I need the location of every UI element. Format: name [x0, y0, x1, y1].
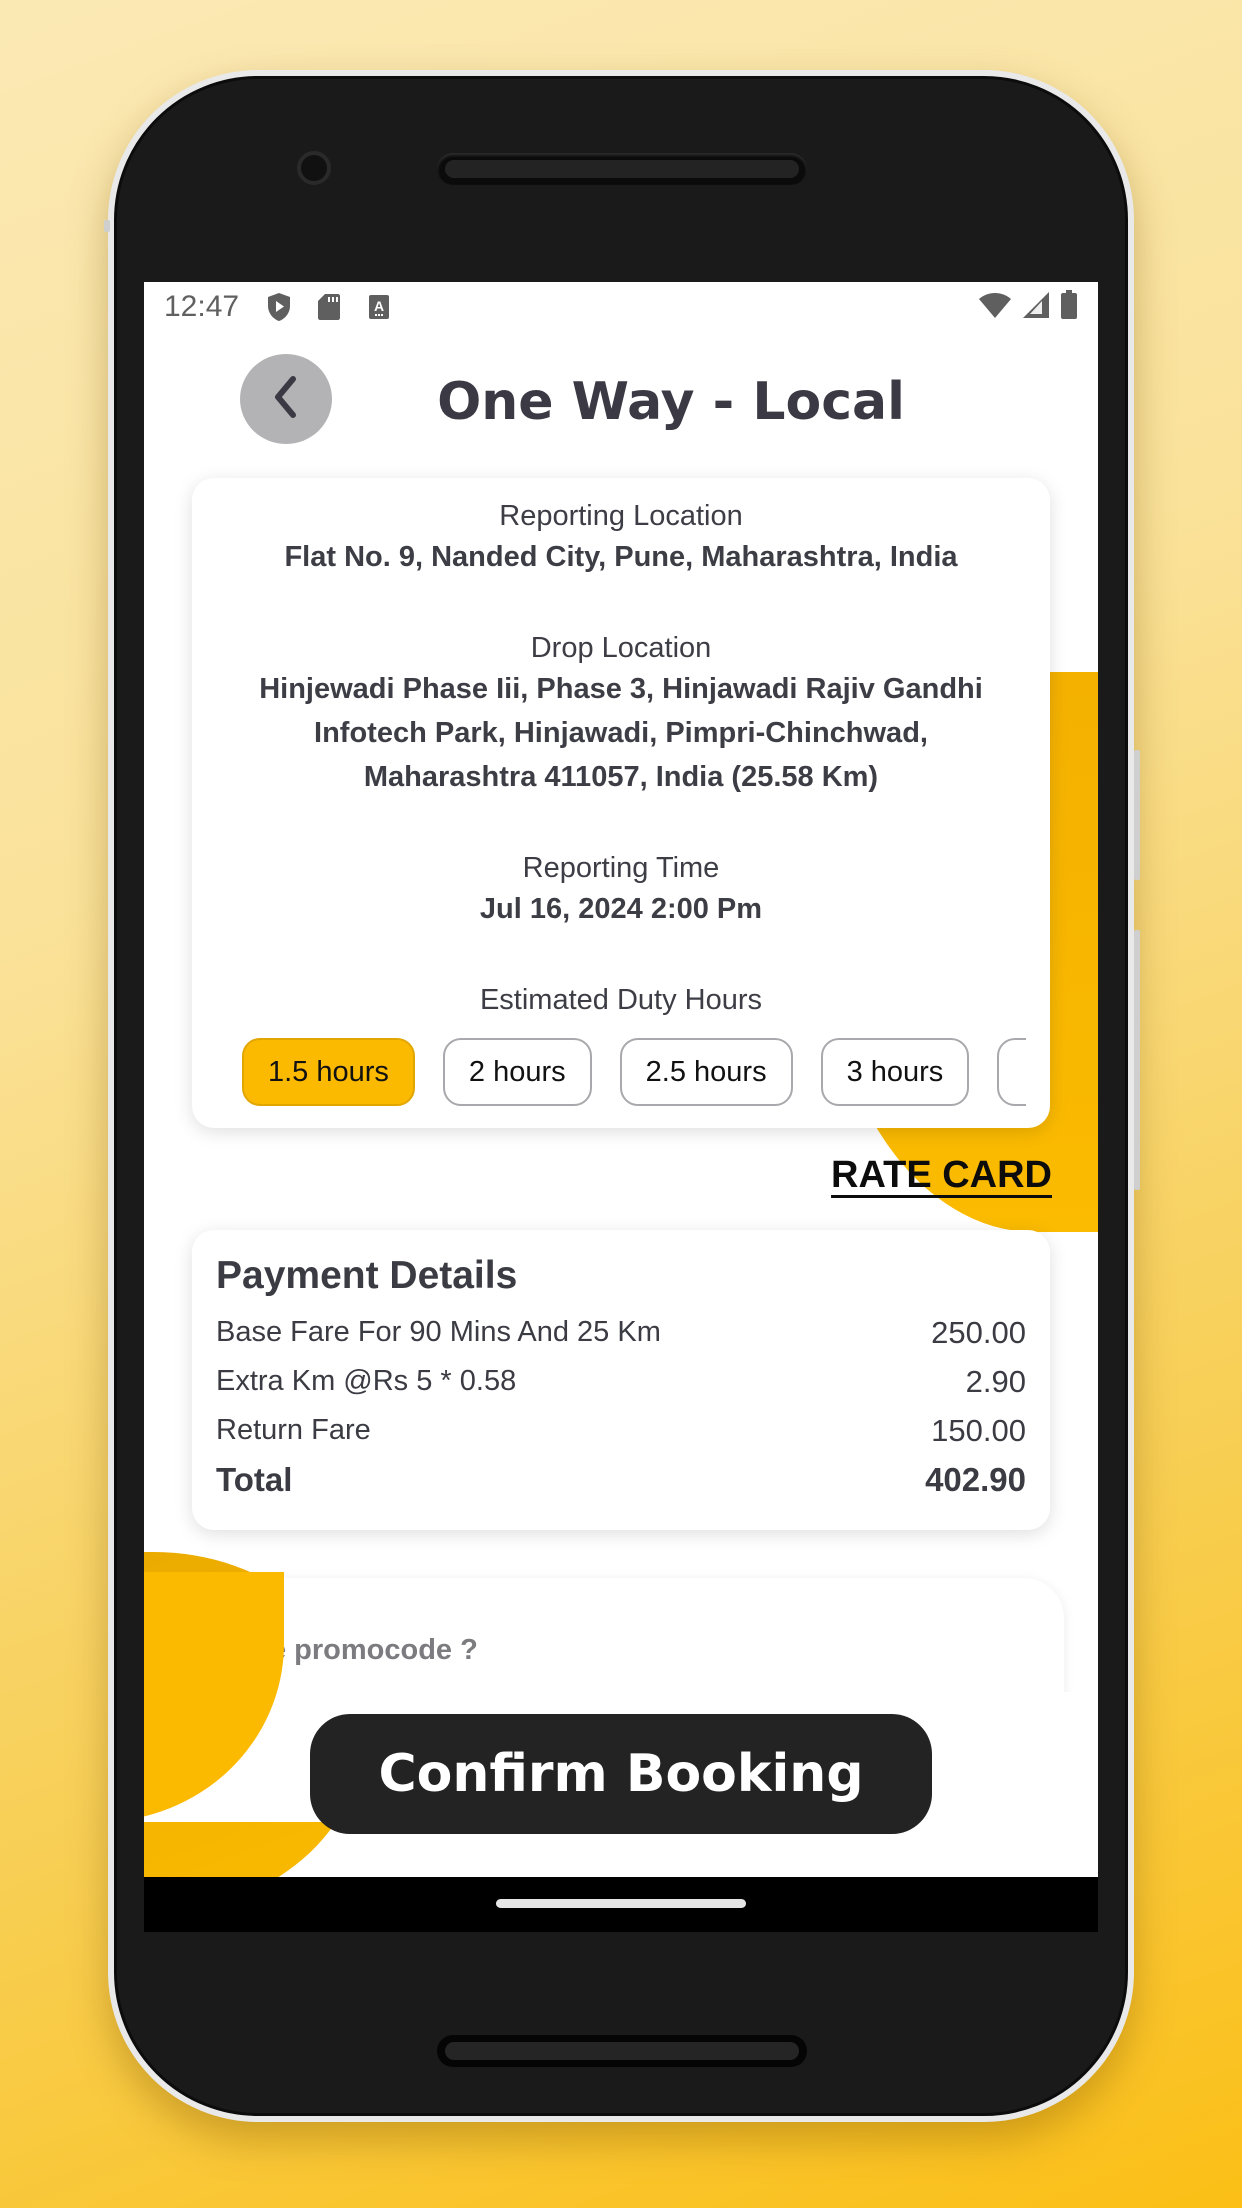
wifi-icon	[978, 291, 1012, 324]
drop-location-section: Drop Location Hinjewadi Phase Iii, Phase…	[222, 632, 1020, 799]
drop-location-line: Hinjewadi Phase Iii, Phase 3, Hinjawadi …	[259, 673, 983, 705]
status-time: 12:47	[164, 290, 240, 323]
duty-hours-chip[interactable]: 1.5 hours	[242, 1038, 415, 1106]
home-gesture-pill[interactable]	[496, 1899, 746, 1908]
sd-card-icon	[315, 293, 343, 321]
payment-total-label: Total	[216, 1460, 293, 1498]
duty-hours-chip[interactable]	[997, 1038, 1026, 1106]
device-power-button	[1134, 930, 1140, 1190]
reporting-time-section: Reporting Time Jul 16, 2024 2:00 Pm	[222, 852, 1020, 931]
signal-icon	[1022, 291, 1050, 324]
duty-hours-section: Estimated Duty Hours	[222, 984, 1020, 1017]
payment-row: Return Fare 150.00	[216, 1406, 1026, 1455]
app-screen: 12:47 A One Way - Local Reporting Locati…	[144, 282, 1098, 1877]
payment-row: Extra Km @Rs 5 * 0.58 2.90	[216, 1357, 1026, 1406]
payment-row-label: Extra Km @Rs 5 * 0.58	[216, 1365, 517, 1397]
payment-row: Base Fare For 90 Mins And 25 Km 250.00	[216, 1308, 1026, 1357]
drop-location-line: Infotech Park, Hinjawadi, Pimpri-Chinchw…	[314, 717, 928, 749]
payment-total-row: Total 402.90	[216, 1455, 1026, 1504]
keyboard-a-icon: A	[365, 293, 393, 321]
device-volume-button	[1134, 750, 1140, 880]
svg-text:A: A	[374, 298, 384, 314]
duty-hours-chip[interactable]: 3 hours	[820, 1038, 970, 1106]
payment-total-amount: 402.90	[925, 1460, 1026, 1498]
payment-row-amount: 150.00	[931, 1412, 1026, 1448]
reporting-location-section: Reporting Location Flat No. 9, Nanded Ci…	[222, 500, 1020, 579]
drop-location-line: Maharashtra 411057, India (25.58 Km)	[363, 761, 879, 793]
reporting-location-value: Flat No. 9, Nanded City, Pune, Maharasht…	[284, 541, 958, 573]
front-camera	[297, 151, 331, 185]
rate-card-link[interactable]: RATE CARD	[831, 1154, 1052, 1197]
duty-hours-label: Estimated Duty Hours	[479, 984, 763, 1016]
payment-row-label: Base Fare For 90 Mins And 25 Km	[216, 1316, 661, 1348]
confirm-booking-button[interactable]: Confirm Booking	[310, 1714, 932, 1834]
reporting-location-label: Reporting Location	[499, 500, 743, 532]
decorative-blob	[144, 1572, 284, 1822]
payment-details-card: Payment Details Base Fare For 90 Mins An…	[192, 1230, 1050, 1530]
trip-details-card: Reporting Location Flat No. 9, Nanded Ci…	[192, 478, 1050, 1128]
system-navigation-bar	[144, 1877, 1098, 1932]
bottom-speaker	[437, 2035, 807, 2067]
duty-hours-options[interactable]: 1.5 hours 2 hours 2.5 hours 3 hours	[242, 1038, 1026, 1106]
reporting-time-value: Jul 16, 2024 2:00 Pm	[479, 893, 763, 925]
payment-row-amount: 250.00	[931, 1314, 1026, 1350]
earpiece-speaker	[437, 153, 807, 185]
status-bar: 12:47 A	[144, 282, 1098, 332]
duty-hours-chip[interactable]: 2.5 hours	[619, 1038, 793, 1106]
device-side-button	[104, 220, 110, 232]
battery-icon	[1060, 289, 1078, 325]
page-title: One Way - Local	[437, 372, 905, 432]
reporting-time-label: Reporting Time	[522, 852, 720, 884]
app-header: One Way - Local	[144, 352, 1098, 452]
drop-location-label: Drop Location	[530, 632, 712, 664]
play-protect-icon	[265, 293, 293, 321]
payment-row-label: Return Fare	[216, 1414, 371, 1446]
duty-hours-chip[interactable]: 2 hours	[442, 1038, 592, 1106]
payment-details-title: Payment Details	[216, 1254, 518, 1297]
payment-row-amount: 2.90	[965, 1363, 1026, 1399]
